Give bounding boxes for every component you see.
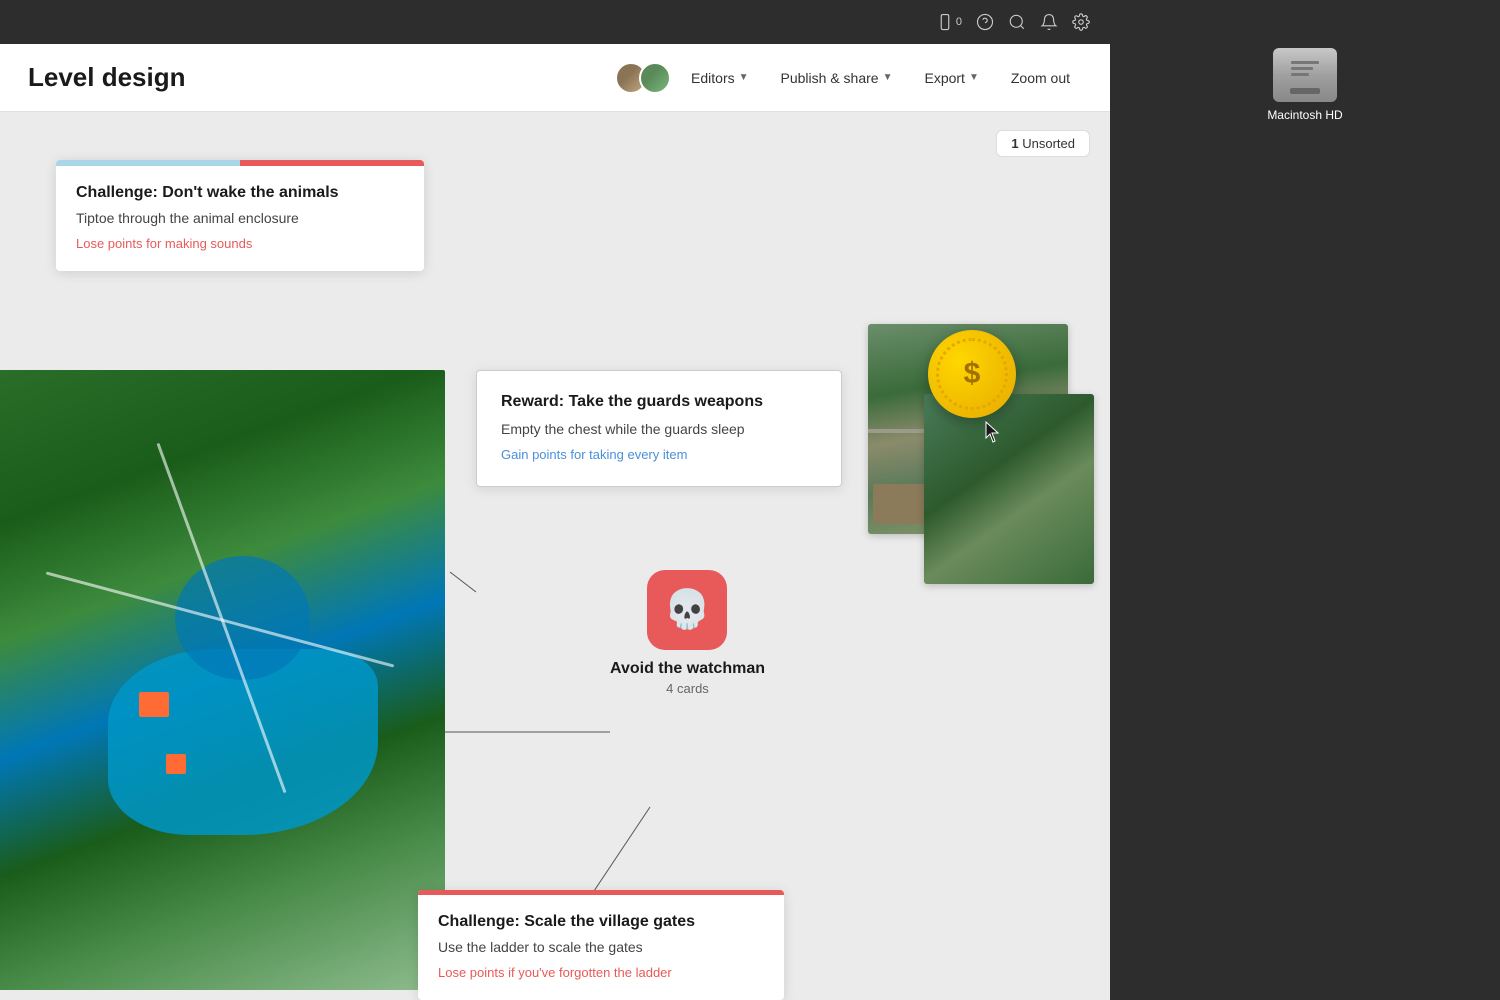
aerial-img (0, 370, 445, 990)
coin-circle: $ (928, 330, 1016, 418)
publish-share-button[interactable]: Publish & share ▼ (769, 64, 905, 92)
aerial-photo (0, 370, 445, 990)
reward-title: Reward: Take the guards weapons (501, 393, 817, 411)
hd-lines (1291, 61, 1319, 76)
phone-badge: 0 (956, 16, 962, 28)
card-tab-red (240, 160, 424, 166)
photo-2 (924, 394, 1094, 584)
publish-chevron: ▼ (883, 72, 893, 83)
unsorted-badge[interactable]: 1 Unsorted (996, 130, 1090, 157)
mac-hd-label: Macintosh HD (1267, 108, 1342, 122)
challenge-2-title: Challenge: Scale the village gates (438, 913, 764, 931)
challenge-1-link[interactable]: Lose points for making sounds (76, 236, 404, 251)
skull-label: Avoid the watchman (610, 660, 765, 678)
challenge-2-link[interactable]: Lose points if you've forgotten the ladd… (438, 965, 764, 980)
unsorted-num: 1 (1011, 136, 1018, 151)
mac-desktop: Macintosh HD (1110, 0, 1500, 1000)
export-button[interactable]: Export ▼ (912, 64, 990, 92)
canvas: 1 Unsorted Challenge: Don't wake the ani… (0, 112, 1110, 1000)
challenge-1-title: Challenge: Don't wake the animals (76, 184, 404, 202)
zoom-out-button[interactable]: Zoom out (999, 64, 1082, 92)
coin-icon[interactable]: $ (928, 330, 1016, 418)
skull-group[interactable]: 💀 Avoid the watchman 4 cards (610, 570, 765, 696)
phone-icon[interactable]: 0 (936, 13, 962, 31)
card-challenge-2: Challenge: Scale the village gates Use t… (418, 890, 784, 1000)
export-chevron: ▼ (969, 72, 979, 83)
help-icon[interactable] (976, 13, 994, 31)
aerial-pool-2 (175, 556, 310, 680)
editors-chevron: ▼ (739, 72, 749, 83)
settings-icon[interactable] (1072, 13, 1090, 31)
hd-graphic (1273, 48, 1337, 102)
editors-button[interactable]: Editors ▼ (679, 64, 760, 92)
card-tab-blue (56, 160, 240, 166)
card-tab-bar (56, 160, 424, 166)
challenge-1-desc: Tiptoe through the animal enclosure (76, 210, 404, 226)
mac-hd-item[interactable]: Macintosh HD (1259, 40, 1350, 130)
bell-icon[interactable] (1040, 13, 1058, 31)
skull-icon-box[interactable]: 💀 (647, 570, 727, 650)
skull-cards-count: 4 cards (666, 681, 709, 696)
header: Level design Editors ▼ Publish & share ▼… (0, 44, 1110, 112)
challenge-2-desc: Use the ladder to scale the gates (438, 939, 764, 955)
reward-link[interactable]: Gain points for taking every item (501, 447, 817, 462)
avatar-2 (639, 62, 671, 94)
aerial-building-2 (166, 754, 186, 774)
skull-icon: 💀 (664, 588, 711, 632)
header-right: Editors ▼ Publish & share ▼ Export ▼ Zoo… (615, 62, 1082, 94)
topbar: 0 (0, 0, 1110, 44)
card-challenge-1: Challenge: Don't wake the animals Tiptoe… (56, 160, 424, 271)
reward-desc: Empty the chest while the guards sleep (501, 421, 817, 437)
search-icon[interactable] (1008, 13, 1026, 31)
avatar-group[interactable] (615, 62, 671, 94)
card-reward: Reward: Take the guards weapons Empty th… (476, 370, 842, 487)
page-title: Level design (28, 62, 615, 93)
aerial-building-1 (139, 692, 169, 717)
coin-dollar: $ (964, 359, 981, 389)
coin-inner: $ (936, 338, 1008, 410)
